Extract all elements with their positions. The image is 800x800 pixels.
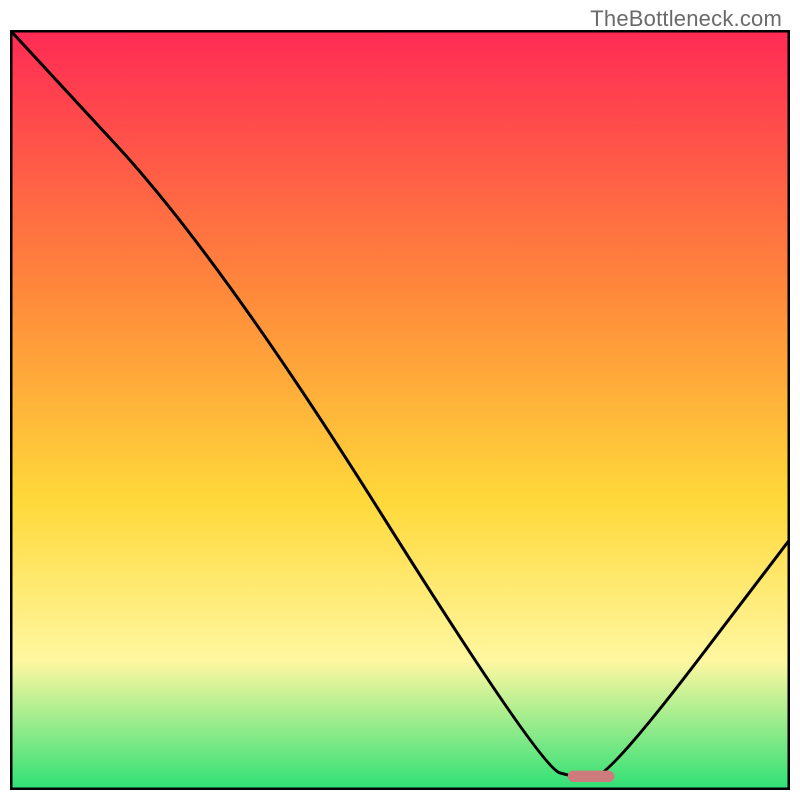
optimal-marker xyxy=(568,771,615,782)
gradient-background xyxy=(10,30,790,790)
watermark-text: TheBottleneck.com xyxy=(590,6,782,32)
bottleneck-chart xyxy=(10,30,790,790)
chart-canvas xyxy=(10,30,790,790)
